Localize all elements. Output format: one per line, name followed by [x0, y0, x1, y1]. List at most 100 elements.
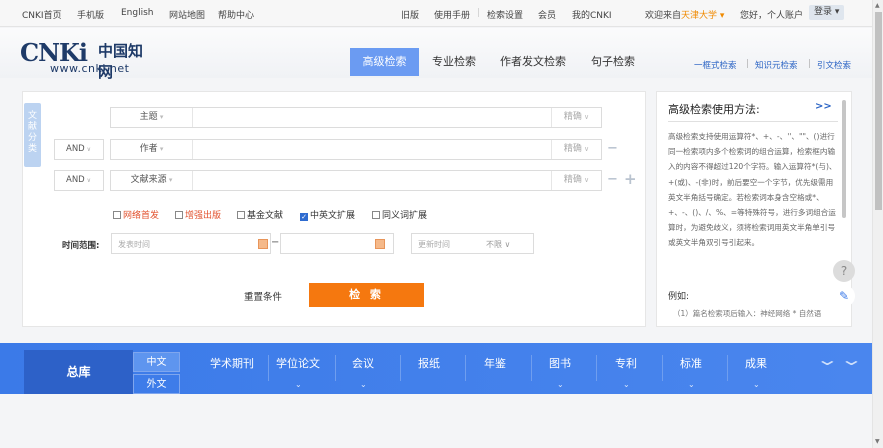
- db-patents[interactable]: 专利: [615, 355, 637, 371]
- home-link[interactable]: CNKI首页: [22, 8, 62, 21]
- help-panel: 高级检索使用方法: >> 高级检索支持使用运算符*、+、-、''、""、()进行…: [656, 91, 852, 327]
- search-settings-link[interactable]: 检索设置: [487, 8, 523, 21]
- login-button[interactable]: 登录 ▾: [809, 5, 845, 20]
- field-select[interactable]: 主题: [111, 108, 193, 127]
- checkbox-box[interactable]: ✓: [300, 213, 308, 221]
- publish-date-start[interactable]: 发表时间: [111, 233, 271, 254]
- checkbox-box[interactable]: [372, 211, 380, 219]
- logic-select[interactable]: AND: [54, 139, 104, 160]
- welcome-text: 欢迎来自: [645, 11, 682, 21]
- chevron-down-icon[interactable]: ⌄: [688, 380, 695, 389]
- old-version-link[interactable]: 旧版: [401, 8, 419, 21]
- chevron-down-icon[interactable]: ⌄: [295, 380, 302, 389]
- search-row-source[interactable]: 文献来源 精确: [110, 170, 602, 191]
- remove-row-button[interactable]: −: [607, 141, 618, 156]
- scroll-up-icon[interactable]: ▲: [875, 2, 880, 9]
- checkbox-box[interactable]: [237, 211, 245, 219]
- tab-advanced-search[interactable]: 高级检索: [350, 48, 419, 76]
- divider: [727, 355, 728, 381]
- institution-dropdown[interactable]: 天津大学 ▾: [681, 8, 724, 21]
- match-select[interactable]: 精确: [551, 171, 601, 190]
- category-side-tab[interactable]: 文献分类: [24, 103, 41, 167]
- tab-author-search[interactable]: 作者发文检索: [492, 48, 574, 76]
- db-standards[interactable]: 标准: [680, 355, 702, 371]
- logic-select[interactable]: AND: [54, 170, 104, 191]
- lang-foreign[interactable]: 外文: [133, 374, 180, 394]
- help-more-link[interactable]: >>: [815, 101, 832, 112]
- search-row-topic[interactable]: 主题 精确: [110, 107, 602, 128]
- english-link[interactable]: English: [121, 8, 154, 18]
- knowledge-search-link[interactable]: 知识元检索: [755, 59, 798, 71]
- help-scrollbar[interactable]: [842, 100, 846, 218]
- help-example-line: （1）篇名检索项后输入：神经网络 * 自然语: [673, 309, 822, 318]
- divider: [596, 355, 597, 381]
- time-range-label: 时间范围:: [62, 241, 100, 251]
- match-select[interactable]: 精确: [551, 140, 601, 159]
- checkbox-fund[interactable]: 基金文献: [237, 208, 283, 221]
- checkbox-enhanced[interactable]: 增强出版: [175, 208, 221, 221]
- update-time-select[interactable]: 更新时间 不限 ∨: [411, 233, 534, 254]
- update-time-value: 不限 ∨: [486, 240, 511, 249]
- greeting-text: 您好，个人账户: [740, 11, 804, 21]
- mycnki-link[interactable]: 我的CNKI: [572, 8, 612, 21]
- db-conference[interactable]: 会议: [352, 355, 374, 371]
- db-yearbooks[interactable]: 年鉴: [484, 355, 506, 371]
- checkbox-box[interactable]: [175, 211, 183, 219]
- sitemap-link[interactable]: 网站地图: [169, 8, 205, 21]
- checkbox-box[interactable]: [113, 211, 121, 219]
- scrollbar-thumb[interactable]: [875, 12, 882, 210]
- remove-row-button[interactable]: −: [607, 172, 618, 187]
- logo-url: www.cnki.net: [50, 62, 130, 75]
- database-nav: 总库 中文 外文 学术期刊 学位论文 ⌄ 会议 ⌄ 报纸 年鉴 图书 ⌄ 专利 …: [0, 343, 872, 394]
- chevron-down-icon[interactable]: ⌄: [360, 380, 367, 389]
- citation-search-link[interactable]: 引文检索: [817, 59, 851, 71]
- pencil-icon[interactable]: ✎: [833, 285, 855, 307]
- divider: [335, 355, 336, 381]
- manual-link[interactable]: 使用手册: [434, 8, 470, 21]
- db-books[interactable]: 图书: [549, 355, 571, 371]
- basic-search-link[interactable]: 一框式检索: [694, 59, 737, 71]
- help-center-link[interactable]: 帮助中心: [218, 8, 254, 21]
- calendar-icon[interactable]: [258, 239, 268, 249]
- tab-sentence-search[interactable]: 句子检索: [583, 48, 643, 76]
- checkbox-label: 网络首发: [123, 211, 160, 221]
- checkbox-cn-en-expand[interactable]: ✓ 中英文扩展: [300, 208, 355, 221]
- top-bar: CNKI首页 手机版 English 网站地图 帮助中心 旧版 使用手册 | 检…: [0, 0, 872, 27]
- logo-chinese: 中国知网: [98, 42, 144, 81]
- db-theses[interactable]: 学位论文: [276, 355, 320, 371]
- add-row-button[interactable]: +: [624, 170, 637, 188]
- checkbox-online-first[interactable]: 网络首发: [113, 208, 159, 221]
- checkbox-label: 中英文扩展: [310, 211, 356, 221]
- db-achievements[interactable]: 成果: [745, 355, 767, 371]
- match-select[interactable]: 精确: [551, 108, 601, 127]
- expand-icon[interactable]: ⌄⌄: [815, 352, 863, 368]
- page-scrollbar[interactable]: ▲ ▼: [872, 0, 883, 448]
- update-time-label: 更新时间: [418, 240, 450, 249]
- chevron-down-icon[interactable]: ⌄: [557, 380, 564, 389]
- checkbox-synonym-expand[interactable]: 同义词扩展: [372, 208, 427, 221]
- help-title: 高级检索使用方法:: [668, 103, 760, 116]
- divider: |: [477, 8, 481, 18]
- scroll-down-icon[interactable]: ▼: [875, 438, 880, 445]
- date-separator: −: [271, 237, 280, 248]
- divider: [465, 355, 466, 381]
- field-select[interactable]: 作者: [111, 140, 193, 159]
- chevron-down-icon[interactable]: ⌄: [753, 380, 760, 389]
- cnki-logo[interactable]: CNKi 中国知网 www.cnki.net: [20, 38, 150, 81]
- lang-chinese[interactable]: 中文: [133, 352, 180, 372]
- member-link[interactable]: 会员: [538, 8, 556, 21]
- db-newspapers[interactable]: 报纸: [418, 355, 440, 371]
- mobile-link[interactable]: 手机版: [77, 8, 104, 21]
- tab-professional-search[interactable]: 专业检索: [422, 48, 486, 76]
- search-row-author[interactable]: 作者 精确: [110, 139, 602, 160]
- calendar-icon[interactable]: [375, 239, 385, 249]
- all-databases-button[interactable]: 总库: [24, 350, 133, 394]
- divider: [662, 355, 663, 381]
- publish-date-end[interactable]: [280, 233, 394, 254]
- question-icon[interactable]: ?: [833, 260, 855, 282]
- db-journals[interactable]: 学术期刊: [210, 355, 254, 371]
- search-button[interactable]: 检 索: [309, 283, 424, 307]
- reset-button[interactable]: 重置条件: [244, 289, 282, 303]
- chevron-down-icon[interactable]: ⌄: [623, 380, 630, 389]
- field-select[interactable]: 文献来源: [111, 171, 193, 190]
